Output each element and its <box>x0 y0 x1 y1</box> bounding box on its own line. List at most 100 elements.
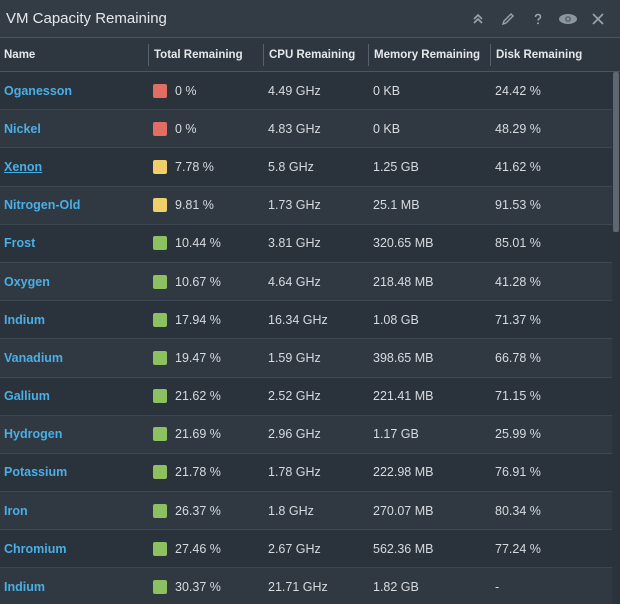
cell-disk-remaining: 71.37 % <box>495 312 541 327</box>
total-remaining-value: 10.44 % <box>175 236 221 251</box>
table-row[interactable]: Potassium 21.78 % 1.78 GHz 222.98 MB 76.91 % <box>0 453 620 493</box>
total-remaining-value: 21.78 % <box>175 465 221 480</box>
cell-name: Chromium <box>0 542 148 556</box>
cell-disk-remaining: 85.01 % <box>495 236 541 251</box>
vm-name-link[interactable]: Potassium <box>4 465 67 479</box>
status-swatch-icon <box>153 198 167 213</box>
vm-name-link[interactable]: Chromium <box>4 542 67 556</box>
total-remaining-value: 19.47 % <box>175 350 221 365</box>
table-row[interactable]: Hydrogen 21.69 % 2.96 GHz 1.17 GB 25.99 % <box>0 415 620 454</box>
column-header-disk-remaining[interactable]: Disk Remaining <box>490 43 610 66</box>
table-row[interactable]: Oxygen 10.67 % 4.64 GHz 218.48 MB 41.28 % <box>0 262 620 302</box>
cell-name: Gallium <box>0 389 148 403</box>
total-remaining-value: 27.46 % <box>175 541 221 556</box>
status-swatch-icon <box>153 580 167 595</box>
collapse-icon[interactable] <box>468 9 488 29</box>
total-remaining-value: 17.94 % <box>175 312 221 327</box>
cell-total-remaining: 27.46 % <box>148 541 263 556</box>
table-row[interactable]: Chromium 27.46 % 2.67 GHz 562.36 MB 77.24 % <box>0 530 620 569</box>
status-swatch-icon <box>153 274 167 289</box>
vm-name-link[interactable]: Gallium <box>4 389 50 403</box>
status-swatch-icon <box>153 427 167 442</box>
status-swatch-icon <box>153 465 167 480</box>
cell-disk-remaining: 80.34 % <box>495 503 541 518</box>
table-row[interactable]: Oganesson 0 % 4.49 GHz 0 KB 24.42 % <box>0 72 620 111</box>
cell-disk-remaining: 71.15 % <box>495 389 541 404</box>
cell-name: Iron <box>0 504 148 518</box>
cell-memory-remaining: 1.08 GB <box>373 312 419 327</box>
cell-name: Potassium <box>0 465 148 479</box>
cell-memory-remaining: 562.36 MB <box>373 541 434 556</box>
cell-name: Xenon <box>0 160 148 174</box>
table-row[interactable]: Gallium 21.62 % 2.52 GHz 221.41 MB 71.15 % <box>0 377 620 416</box>
table-row[interactable]: Xenon 7.78 % 5.8 GHz 1.25 GB 41.62 % <box>0 148 620 187</box>
eye-icon[interactable] <box>558 9 578 29</box>
table-header: Name Total Remaining CPU Remaining Memor… <box>0 38 620 72</box>
cell-total-remaining: 0 % <box>148 121 263 136</box>
vm-name-link[interactable]: Nickel <box>4 122 41 136</box>
cell-disk-remaining: 41.28 % <box>495 274 541 289</box>
vm-name-link[interactable]: Oxygen <box>4 275 50 289</box>
column-header-total-remaining[interactable]: Total Remaining <box>148 43 263 66</box>
vm-name-link[interactable]: Hydrogen <box>4 427 62 441</box>
cell-memory-remaining: 1.25 GB <box>373 159 419 174</box>
table-row[interactable]: Iron 26.37 % 1.8 GHz 270.07 MB 80.34 % <box>0 492 620 531</box>
vm-name-link[interactable]: Indium <box>4 580 45 594</box>
widget-actions <box>468 9 620 29</box>
vm-name-link[interactable]: Vanadium <box>4 351 63 365</box>
edit-icon[interactable] <box>498 9 518 29</box>
cell-cpu-remaining: 3.81 GHz <box>268 236 321 251</box>
cell-cpu-remaining: 5.8 GHz <box>268 159 314 174</box>
cell-cpu-remaining: 4.64 GHz <box>268 274 321 289</box>
cell-memory-remaining: 398.65 MB <box>373 350 434 365</box>
vm-name-link[interactable]: Nitrogen-Old <box>4 198 80 212</box>
total-remaining-value: 7.78 % <box>175 159 214 174</box>
cell-cpu-remaining: 2.96 GHz <box>268 427 321 442</box>
cell-cpu-remaining: 2.52 GHz <box>268 389 321 404</box>
cell-disk-remaining: 41.62 % <box>495 159 541 174</box>
table-row[interactable]: Vanadium 19.47 % 1.59 GHz 398.65 MB 66.78 % <box>0 339 620 378</box>
cell-memory-remaining: 1.82 GB <box>373 580 419 595</box>
cell-total-remaining: 26.37 % <box>148 503 263 518</box>
cell-memory-remaining: 0 KB <box>373 83 401 98</box>
widget-titlebar: VM Capacity Remaining <box>0 0 620 38</box>
close-icon[interactable] <box>588 9 608 29</box>
status-swatch-icon <box>153 541 167 556</box>
cell-total-remaining: 30.37 % <box>148 580 263 595</box>
vm-name-link[interactable]: Iron <box>4 504 28 518</box>
scrollbar-thumb[interactable] <box>613 72 619 232</box>
vm-name-link[interactable]: Frost <box>4 236 35 250</box>
column-header-name[interactable]: Name <box>0 44 148 66</box>
cell-memory-remaining: 270.07 MB <box>373 503 434 518</box>
cell-total-remaining: 17.94 % <box>148 312 263 327</box>
vm-name-link[interactable]: Xenon <box>4 160 42 174</box>
cell-cpu-remaining: 2.67 GHz <box>268 541 321 556</box>
cell-total-remaining: 10.44 % <box>148 236 263 251</box>
column-header-memory-remaining[interactable]: Memory Remaining <box>368 43 490 66</box>
table-body: Oganesson 0 % 4.49 GHz 0 KB 24.42 % Nickel 0 %… <box>0 72 620 604</box>
cell-total-remaining: 21.78 % <box>148 465 263 480</box>
table-row[interactable]: Nitrogen-Old 9.81 % 1.73 GHz 25.1 MB 91.53 % <box>0 186 620 225</box>
cell-name: Frost <box>0 236 148 250</box>
status-swatch-icon <box>153 389 167 404</box>
cell-memory-remaining: 320.65 MB <box>373 236 434 251</box>
help-icon[interactable] <box>528 9 548 29</box>
table-row[interactable]: Frost 10.44 % 3.81 GHz 320.65 MB 85.01 % <box>0 224 620 263</box>
cell-name: Oxygen <box>0 275 148 289</box>
total-remaining-value: 0 % <box>175 121 197 136</box>
total-remaining-value: 9.81 % <box>175 198 214 213</box>
cell-total-remaining: 0 % <box>148 83 263 98</box>
total-remaining-value: 10.67 % <box>175 274 221 289</box>
table-row[interactable]: Nickel 0 % 4.83 GHz 0 KB 48.29 % <box>0 110 620 149</box>
cell-cpu-remaining: 4.83 GHz <box>268 121 321 136</box>
vm-name-link[interactable]: Oganesson <box>4 84 72 98</box>
cell-disk-remaining: 25.99 % <box>495 427 541 442</box>
cell-disk-remaining: 48.29 % <box>495 121 541 136</box>
cell-total-remaining: 21.62 % <box>148 389 263 404</box>
table-row[interactable]: Indium 17.94 % 16.34 GHz 1.08 GB 71.37 % <box>0 301 620 340</box>
column-header-cpu-remaining[interactable]: CPU Remaining <box>263 43 368 66</box>
total-remaining-value: 30.37 % <box>175 580 221 595</box>
total-remaining-value: 26.37 % <box>175 503 221 518</box>
table-row[interactable]: Indium 30.37 % 21.71 GHz 1.82 GB - <box>0 568 620 604</box>
vm-name-link[interactable]: Indium <box>4 313 45 327</box>
